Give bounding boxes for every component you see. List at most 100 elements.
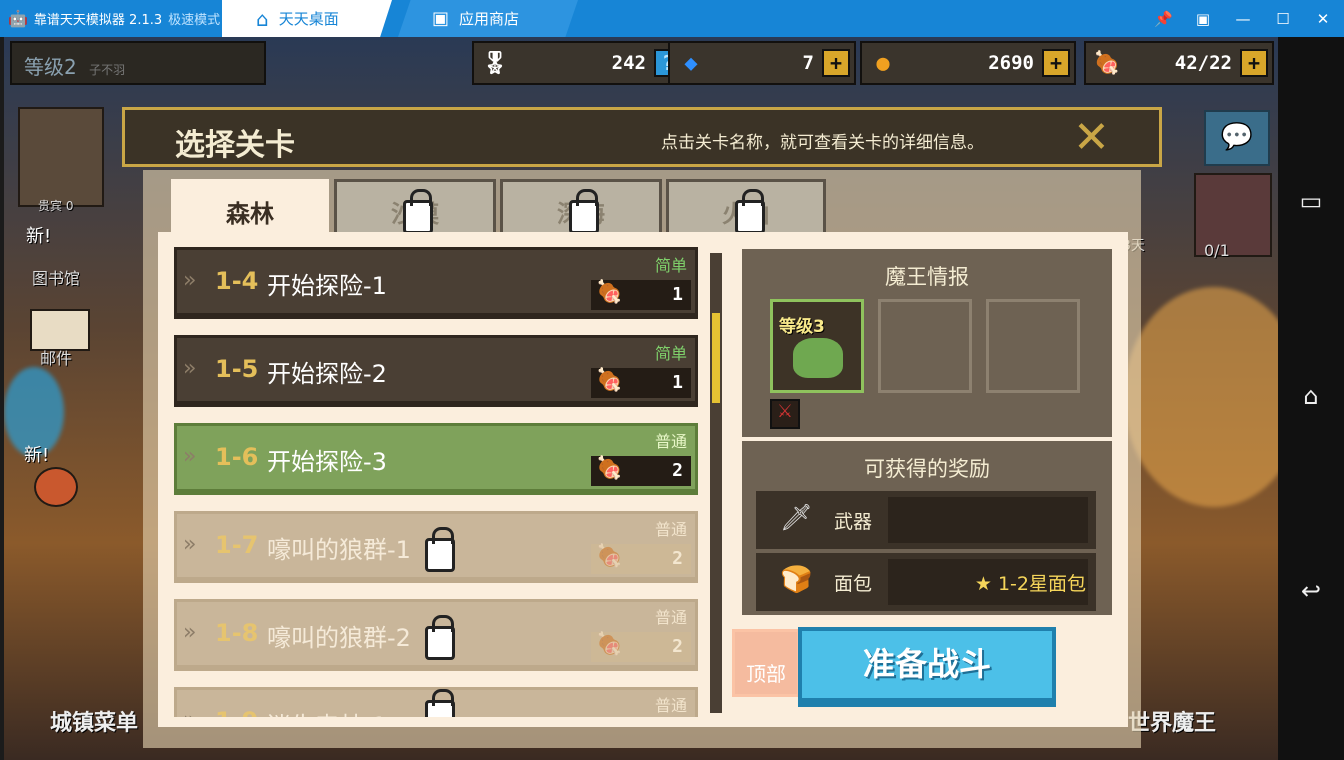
announcement-icon[interactable] bbox=[34, 467, 78, 507]
lock-icon bbox=[569, 189, 599, 234]
add-coin-button[interactable]: + bbox=[1042, 49, 1070, 77]
scrollbar-thumb[interactable] bbox=[712, 313, 720, 403]
new-badge: 新! bbox=[26, 226, 52, 247]
reward-label: 武器 bbox=[834, 511, 873, 533]
medal-icon: 🎖 bbox=[481, 50, 509, 76]
home-icon[interactable]: ⌂ bbox=[1278, 382, 1344, 410]
window-controls: 📌 ▣ — ☐ ✕ bbox=[1154, 0, 1332, 37]
reward-bread[interactable]: 🍞 面包 ★ 1-2星面包 bbox=[756, 553, 1096, 611]
meat-icon: 🍖 bbox=[595, 632, 623, 657]
meat-icon: 🍖 bbox=[595, 544, 623, 569]
resource-coin-value: 2690 bbox=[988, 52, 1034, 74]
prepare-battle-button[interactable]: 准备战斗 bbox=[798, 627, 1056, 707]
home-icon: ⌂ bbox=[256, 6, 269, 31]
mail-label[interactable]: 邮件 bbox=[40, 345, 72, 369]
top-button-label: 顶部 bbox=[746, 662, 786, 686]
hero-portrait[interactable] bbox=[18, 107, 104, 207]
stage-row-1-5[interactable]: » 1-5 开始探险-2 简单 1 🍖 bbox=[174, 335, 698, 407]
recent-apps-icon[interactable]: ▭ bbox=[1278, 187, 1344, 215]
dialog-hint: 点击关卡名称，就可查看关卡的详细信息。 bbox=[661, 133, 984, 153]
stage-row-1-6[interactable]: » 1-6 开始探险-3 普通 2 🍖 bbox=[174, 423, 698, 495]
back-icon[interactable]: ↩ bbox=[1278, 577, 1344, 605]
stage-number: 1-9 bbox=[215, 707, 258, 717]
stage-row-1-9[interactable]: » 1-9 迷失森林-1 普通 2 bbox=[174, 687, 698, 717]
stage-name: 开始探险-2 bbox=[267, 360, 387, 388]
restore-icon[interactable]: ▣ bbox=[1194, 10, 1212, 28]
empty-boss-slot bbox=[878, 299, 972, 393]
meat-icon: 🍖 bbox=[595, 368, 623, 393]
coin-icon: ● bbox=[876, 50, 890, 76]
prepare-battle-label: 准备战斗 bbox=[862, 645, 991, 683]
resource-meat: 🍖 42/22 + bbox=[1084, 41, 1274, 85]
stage-number: 1-6 bbox=[215, 443, 259, 471]
dagger-icon: 🗡 bbox=[780, 503, 814, 533]
stage-name: 嚎叫的狼群-1 bbox=[267, 536, 411, 564]
stage-list[interactable]: » 1-4 开始探险-1 简单 1 🍖 » 1-5 开始探险-2 简单 1 🍖 … bbox=[174, 247, 726, 717]
resource-diamond-value: 7 bbox=[802, 52, 814, 74]
close-button[interactable]: ✕ bbox=[1314, 10, 1332, 28]
stage-list-scrollbar[interactable] bbox=[710, 253, 722, 713]
chat-icon[interactable]: 💬 bbox=[1204, 110, 1270, 166]
lock-icon bbox=[425, 615, 455, 660]
player-level-panel[interactable]: 等级2 子不羽 bbox=[10, 41, 266, 85]
reward-weapon[interactable]: 🗡 武器 bbox=[756, 491, 1096, 549]
stage-number: 1-7 bbox=[215, 531, 259, 559]
android-nav-bar: ▭ ⌂ ↩ bbox=[1278, 37, 1344, 760]
select-stage-banner: 选择关卡 点击关卡名称，就可查看关卡的详细信息。 ✕ bbox=[122, 107, 1162, 167]
reward-value-bar bbox=[888, 497, 1088, 543]
reward-value-text: 1-2星面包 bbox=[997, 573, 1086, 595]
tab-app-store[interactable]: ▣ 应用商店 bbox=[398, 0, 578, 37]
resource-diamond: ◆ 7 + bbox=[668, 41, 856, 85]
zone-tab-forest-label: 森林 bbox=[226, 199, 274, 228]
player-name: 子不羽 bbox=[89, 63, 126, 77]
stage-row-1-4[interactable]: » 1-4 开始探险-1 简单 1 🍖 bbox=[174, 247, 698, 319]
meat-icon: 🍖 bbox=[595, 280, 623, 305]
library-label[interactable]: 图书馆 bbox=[32, 265, 80, 289]
mode-label: 极速模式 bbox=[168, 13, 221, 28]
stage-difficulty: 普通 bbox=[654, 432, 687, 451]
app-title: 靠谱天天模拟器 2.1.3 bbox=[33, 13, 163, 28]
dialog-title: 选择关卡 bbox=[175, 128, 295, 163]
maximize-button[interactable]: ☐ bbox=[1274, 10, 1292, 28]
chevron-right-icon: » bbox=[183, 444, 197, 469]
boss-info-title: 魔王情报 bbox=[885, 265, 969, 289]
stage-row-1-8[interactable]: » 1-8 嚎叫的狼群-2 普通 2 🍖 bbox=[174, 599, 698, 671]
window-titlebar: 🤖 靠谱天天模拟器 2.1.3 极速模式 ⌂ 天天桌面 ▣ 应用商店 📌 ▣ —… bbox=[0, 0, 1344, 37]
sword-icon: ⚔ bbox=[770, 399, 800, 429]
reward-label: 面包 bbox=[834, 573, 873, 595]
bread-icon: 🍞 bbox=[780, 565, 813, 595]
close-dialog-button[interactable]: ✕ bbox=[1073, 112, 1110, 163]
minimize-button[interactable]: — bbox=[1234, 10, 1252, 28]
resource-medal: 🎖 242 ? bbox=[472, 41, 688, 85]
game-viewport: 等级2 子不羽 🎖 242 ? ◆ 7 + ● 2690 + 🍖 42/22 +… bbox=[4, 37, 1278, 760]
add-meat-button[interactable]: + bbox=[1240, 49, 1268, 77]
tab-app-store-label: 应用商店 bbox=[459, 10, 520, 28]
chevron-right-icon: » bbox=[183, 268, 197, 293]
meat-icon: 🍖 bbox=[595, 456, 623, 481]
stage-number: 1-5 bbox=[215, 355, 259, 383]
tab-desktop[interactable]: ⌂ 天天桌面 bbox=[222, 0, 392, 37]
chevron-right-icon: » bbox=[183, 620, 197, 645]
tab-desktop-label: 天天桌面 bbox=[278, 10, 339, 28]
android-logo-icon: 🤖 bbox=[8, 9, 28, 28]
diamond-icon: ◆ bbox=[684, 50, 698, 76]
scroll-to-top-button[interactable]: 顶部 bbox=[732, 629, 800, 697]
add-diamond-button[interactable]: + bbox=[822, 49, 850, 77]
stage-number: 1-8 bbox=[215, 619, 259, 647]
pin-icon[interactable]: 📌 bbox=[1154, 10, 1173, 28]
stage-row-1-7[interactable]: » 1-7 嚎叫的狼群-1 普通 2 🍖 bbox=[174, 511, 698, 583]
chevron-right-icon: » bbox=[183, 708, 196, 717]
stage-name: 开始探险-3 bbox=[267, 448, 387, 476]
world-boss-label[interactable]: 世界魔王 bbox=[1128, 705, 1216, 737]
boss-slot[interactable]: 等级3 bbox=[770, 299, 864, 393]
store-icon: ▣ bbox=[432, 8, 450, 29]
star-icon: ★ bbox=[974, 573, 998, 595]
stage-name: 嚎叫的狼群-2 bbox=[267, 624, 411, 652]
stage-difficulty: 普通 bbox=[654, 520, 687, 539]
stage-name: 开始探险-1 bbox=[267, 272, 387, 300]
boss-info-panel: 魔王情报 等级3 ⚔ bbox=[742, 249, 1112, 437]
rewards-title: 可获得的奖励 bbox=[864, 457, 990, 481]
resource-coin: ● 2690 + bbox=[860, 41, 1076, 85]
town-menu-label[interactable]: 城镇菜单 bbox=[50, 705, 138, 737]
stage-difficulty: 普通 bbox=[654, 608, 687, 627]
